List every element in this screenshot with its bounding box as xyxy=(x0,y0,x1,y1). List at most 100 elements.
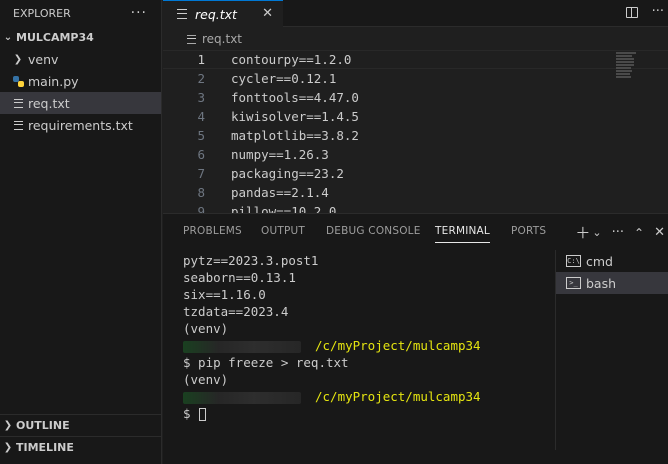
close-icon[interactable]: ✕ xyxy=(262,6,273,21)
terminal-input-line[interactable]: $ xyxy=(183,405,553,422)
text-file-icon xyxy=(13,98,23,108)
explorer-header: EXPLORER ··· xyxy=(0,0,161,26)
close-panel-icon[interactable]: ✕ xyxy=(654,225,665,240)
code-text: cycler==0.12.1 xyxy=(231,71,337,86)
outline-title: OUTLINE xyxy=(16,419,70,432)
code-line: 7 packaging==23.2 xyxy=(163,164,668,183)
tab-output[interactable]: OUTPUT xyxy=(261,225,305,237)
line-number: 4 xyxy=(197,109,205,124)
breadcrumb-file[interactable]: req.txt xyxy=(202,32,242,46)
code-line: 6 numpy==1.26.3 xyxy=(163,145,668,164)
prompt-symbol: $ xyxy=(183,406,191,421)
code-text: fonttools==4.47.0 xyxy=(231,90,359,105)
folder-name: MULCAMP34 xyxy=(16,30,94,44)
line-number: 5 xyxy=(197,128,205,143)
prompt-path: /c/myProject/mulcamp34 xyxy=(315,338,481,353)
line-number: 9 xyxy=(197,204,205,213)
tree-item-venv[interactable]: ❯ venv xyxy=(0,48,161,70)
folder-header[interactable]: ⌄ MULCAMP34 xyxy=(0,26,161,48)
tab-terminal[interactable]: TERMINAL xyxy=(435,225,490,243)
explorer-sidebar: EXPLORER ··· ⌄ MULCAMP34 ❯ venv main.py … xyxy=(0,0,162,464)
line-number: 7 xyxy=(197,166,205,181)
terminal-line: (venv) xyxy=(183,321,229,336)
code-text: contourpy==1.2.0 xyxy=(231,52,352,67)
terminal-prompt-line: /c/myProject/mulcamp34 xyxy=(183,337,553,354)
chevron-down-icon[interactable]: ⌄ xyxy=(592,226,601,239)
text-file-icon xyxy=(187,34,196,44)
bottom-panel: PROBLEMS OUTPUT DEBUG CONSOLE TERMINAL P… xyxy=(163,213,668,464)
tab-label: req.txt xyxy=(195,6,237,22)
terminal-item-cmd[interactable]: C:\ cmd xyxy=(556,250,668,272)
terminal-item-label: cmd xyxy=(586,253,613,269)
panel-tabs: PROBLEMS OUTPUT DEBUG CONSOLE TERMINAL P… xyxy=(163,214,668,250)
terminal-line: six==1.16.0 xyxy=(183,287,266,302)
maximize-panel-icon[interactable]: ⌃ xyxy=(634,226,644,240)
editor-tab-bar: req.txt ✕ ··· xyxy=(163,0,668,27)
chevron-right-icon: ❯ xyxy=(3,442,13,453)
tree-item-main-py[interactable]: main.py xyxy=(0,70,161,92)
tree-item-label: requirements.txt xyxy=(28,117,133,133)
editor-actions: ··· xyxy=(625,4,664,19)
tree-item-label: main.py xyxy=(28,73,79,89)
code-line: 2 cycler==0.12.1 xyxy=(163,69,668,88)
terminal-line: tzdata==2023.4 xyxy=(183,304,289,319)
bash-icon: >_ xyxy=(566,277,581,289)
terminal-item-bash[interactable]: >_ bash xyxy=(556,272,668,294)
explorer-title: EXPLORER xyxy=(13,6,71,20)
chevron-down-icon: ⌄ xyxy=(3,31,13,43)
chevron-right-icon: ❯ xyxy=(3,420,13,431)
tree-item-label: req.txt xyxy=(28,95,70,111)
timeline-section[interactable]: ❯ TIMELINE xyxy=(0,436,161,458)
line-number: 1 xyxy=(197,52,205,67)
code-line: 8 pandas==2.1.4 xyxy=(163,183,668,202)
line-number: 2 xyxy=(197,71,205,86)
split-editor-icon[interactable] xyxy=(625,7,638,18)
minimap[interactable] xyxy=(616,52,638,80)
terminal-line: seaborn==0.13.1 xyxy=(183,270,296,285)
terminal-item-label: bash xyxy=(586,275,617,291)
code-line: 5 matplotlib==3.8.2 xyxy=(163,126,668,145)
cmd-icon: C:\ xyxy=(566,255,581,267)
redacted-user-host xyxy=(183,391,301,404)
code-text: pandas==2.1.4 xyxy=(231,185,329,200)
tree-item-requirements-txt[interactable]: requirements.txt xyxy=(0,114,161,136)
timeline-title: TIMELINE xyxy=(16,441,74,454)
terminal-output[interactable]: pytz==2023.3.post1 seaborn==0.13.1 six==… xyxy=(183,252,553,432)
code-text: packaging==23.2 xyxy=(231,166,344,181)
tab-req-txt[interactable]: req.txt ✕ xyxy=(163,0,283,27)
code-editor[interactable]: 1 contourpy==1.2.0 2 cycler==0.12.1 3 fontt… xyxy=(163,50,668,213)
terminal-line: pytz==2023.3.post1 xyxy=(183,253,319,268)
tab-ports[interactable]: PORTS xyxy=(511,225,546,237)
code-line: 3 fonttools==4.47.0 xyxy=(163,88,668,107)
chevron-right-icon: ❯ xyxy=(13,53,23,65)
terminal-prompt-line: /c/myProject/mulcamp34 xyxy=(183,388,553,405)
outline-section[interactable]: ❯ OUTLINE xyxy=(0,414,161,436)
tree-item-req-txt[interactable]: req.txt xyxy=(0,92,161,114)
terminal-line: (venv) xyxy=(183,372,229,387)
new-terminal-icon[interactable]: ＋ xyxy=(575,222,590,243)
more-actions-icon[interactable]: ··· xyxy=(612,225,624,240)
terminal-cursor xyxy=(198,408,206,421)
code-text: numpy==1.26.3 xyxy=(231,147,329,162)
code-line: 4 kiwisolver==1.4.5 xyxy=(163,107,668,126)
text-file-icon xyxy=(13,120,23,130)
redacted-user-host xyxy=(183,340,301,353)
code-text: pillow==10.2.0 xyxy=(231,204,337,213)
more-actions-icon[interactable]: ··· xyxy=(652,4,664,19)
text-file-icon xyxy=(177,9,187,19)
more-actions-icon[interactable]: ··· xyxy=(131,5,147,21)
line-number: 8 xyxy=(197,185,205,200)
line-number: 6 xyxy=(197,147,205,162)
tree-item-label: venv xyxy=(28,51,59,67)
code-text: kiwisolver==1.4.5 xyxy=(231,109,359,124)
terminal-list: C:\ cmd >_ bash xyxy=(555,250,668,450)
code-line: 9 pillow==10.2.0 xyxy=(163,202,668,213)
code-line: 1 contourpy==1.2.0 xyxy=(163,50,668,69)
code-text: matplotlib==3.8.2 xyxy=(231,128,359,143)
panel-actions: ＋ ⌄ ··· ⌃ ✕ xyxy=(575,222,668,243)
prompt-path: /c/myProject/mulcamp34 xyxy=(315,389,481,404)
tab-problems[interactable]: PROBLEMS xyxy=(183,225,242,237)
terminal-command: $ pip freeze > req.txt xyxy=(183,355,349,370)
python-icon xyxy=(12,75,24,87)
tab-debug-console[interactable]: DEBUG CONSOLE xyxy=(326,225,421,237)
